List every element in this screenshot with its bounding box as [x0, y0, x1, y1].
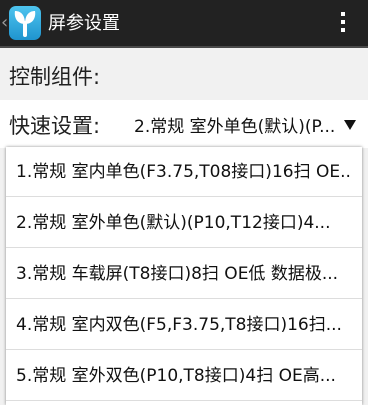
dropdown-arrow-icon	[344, 120, 356, 130]
option-label: 4.常规 室内双色(F5,F3.75,T8接口)16扫...	[16, 315, 342, 335]
screen-title: 屏参设置	[48, 13, 120, 34]
quick-setting-options-list: 1.常规 室内单色(F3.75,T08接口)16扫 OE... 2.常规 室外单…	[6, 147, 362, 405]
quick-setting-option-3[interactable]: 3.常规 车载屏(T8接口)8扫 OE低 数据极...	[6, 249, 362, 299]
quick-setting-option-5[interactable]: 5.常规 室外双色(P10,T8接口)4扫 OE高...	[6, 351, 362, 401]
quick-setting-option-1[interactable]: 1.常规 室内单色(F3.75,T08接口)16扫 OE...	[6, 147, 362, 197]
action-bar: ‹ 屏参设置	[0, 0, 368, 48]
option-label: 3.常规 车载屏(T8接口)8扫 OE低 数据极...	[16, 264, 339, 284]
overflow-menu-icon[interactable]	[336, 10, 350, 38]
leaf-icon	[14, 11, 36, 37]
option-label: 2.常规 室外单色(默认)(P10,T12接口)4...	[16, 213, 331, 233]
quick-setting-option-2[interactable]: 2.常规 室外单色(默认)(P10,T12接口)4...	[6, 198, 362, 248]
option-label: 5.常规 室外双色(P10,T8接口)4扫 OE高...	[16, 366, 336, 386]
quick-setting-option-4[interactable]: 4.常规 室内双色(F5,F3.75,T8接口)16扫...	[6, 300, 362, 350]
app-icon[interactable]	[9, 6, 41, 40]
back-caret-icon[interactable]: ‹	[1, 13, 8, 33]
quick-setting-label: 快速设置:	[9, 114, 101, 138]
option-label: 1.常规 室内单色(F3.75,T08接口)16扫 OE...	[16, 162, 352, 182]
quick-setting-selected-value: 2.常规 室外单色(默认)(P...	[134, 117, 336, 137]
control-component-label: 控制组件:	[9, 65, 101, 89]
quick-setting-dropdown[interactable]: 2.常规 室外单色(默认)(P...	[134, 115, 360, 139]
